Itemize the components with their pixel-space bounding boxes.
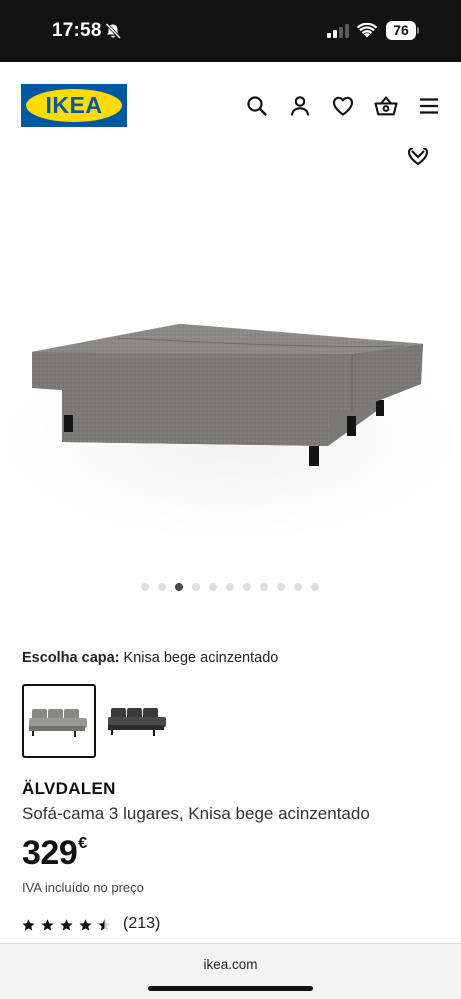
home-indicator[interactable]: [148, 986, 313, 991]
bell-slash-icon: [105, 22, 122, 40]
price-integer: 329: [22, 834, 78, 872]
vat-note: IVA incluído no preço: [22, 880, 144, 895]
logo-text: IKEA: [45, 92, 103, 118]
gallery-dot[interactable]: [243, 583, 251, 591]
heart-icon[interactable]: [332, 95, 354, 117]
product-name: ÄLVDALEN: [22, 779, 116, 798]
star-icon: [22, 919, 35, 931]
gallery-dot[interactable]: [294, 583, 302, 591]
gallery-dot[interactable]: [192, 583, 200, 591]
gallery-dot[interactable]: [226, 583, 234, 591]
status-bar: 17:58 76: [0, 0, 461, 62]
star-icon: [79, 919, 92, 931]
cover-choice: Escolha capa: Knisa bege acinzentado: [22, 650, 278, 666]
search-icon[interactable]: [246, 95, 268, 117]
product-price: 329€: [22, 834, 87, 873]
cover-label: Escolha capa:: [22, 650, 120, 666]
star-icon: [41, 919, 54, 931]
url-text[interactable]: ikea.com: [0, 957, 461, 972]
gallery-dot[interactable]: [141, 583, 149, 591]
menu-icon[interactable]: [418, 95, 440, 117]
price-currency: €: [78, 835, 88, 852]
gallery-dot[interactable]: [158, 583, 166, 591]
battery-icon: 76: [386, 21, 419, 40]
browser-address-bar[interactable]: ikea.com: [0, 943, 461, 999]
gallery-pagination: [0, 583, 461, 593]
user-icon[interactable]: [289, 95, 311, 117]
cellular-signal-icon: [327, 24, 349, 38]
gallery-dot[interactable]: [311, 583, 319, 591]
gallery-dot-active[interactable]: [175, 583, 183, 591]
star-icon: [60, 919, 73, 931]
swatch-dark-grey[interactable]: [103, 685, 177, 759]
rating-stars: [22, 919, 111, 931]
cover-value: Knisa bege acinzentado: [123, 650, 279, 666]
basket-icon[interactable]: [374, 95, 398, 117]
wifi-icon: [357, 23, 377, 38]
product-image: [0, 323, 460, 540]
product-description: Sofá-cama 3 lugares, Knisa bege acinzent…: [22, 804, 370, 823]
sofa-thumbnail-dark-grey: [108, 708, 166, 736]
sofa-thumbnail-beige: [29, 709, 87, 737]
gallery-dot[interactable]: [260, 583, 268, 591]
product-image-gallery[interactable]: [0, 148, 461, 568]
battery-level: 76: [386, 21, 416, 40]
swatch-knisa-beige[interactable]: [22, 684, 96, 758]
gallery-dot[interactable]: [209, 583, 217, 591]
status-time: 17:58: [52, 20, 102, 41]
gallery-dot[interactable]: [277, 583, 285, 591]
rating-count: (213): [123, 915, 161, 932]
ikea-logo[interactable]: IKEA: [21, 84, 127, 127]
site-header: IKEA: [0, 62, 461, 148]
